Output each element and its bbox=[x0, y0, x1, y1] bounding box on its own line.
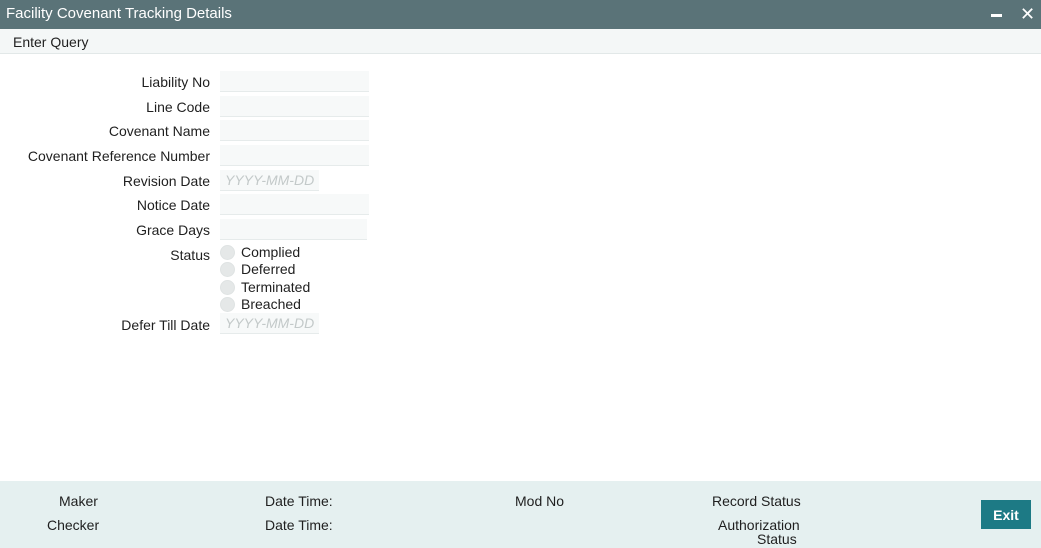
radio-label: Terminated bbox=[241, 279, 311, 295]
close-icon[interactable]: ✕ bbox=[1020, 3, 1035, 25]
covenant-reference-number-label: Covenant Reference Number bbox=[27, 148, 210, 164]
notice-date-label: Notice Date bbox=[136, 197, 210, 213]
covenant-name-label: Covenant Name bbox=[108, 123, 210, 139]
covenant-name-input[interactable] bbox=[220, 120, 369, 141]
enter-query-button[interactable]: Enter Query bbox=[13, 34, 88, 50]
line-code-input[interactable] bbox=[220, 96, 369, 117]
radio-label: Complied bbox=[241, 244, 301, 260]
mod-no-label: Mod No bbox=[515, 493, 565, 509]
defer-till-date-input[interactable] bbox=[220, 313, 319, 334]
defer-till-date-label: Defer Till Date bbox=[121, 317, 210, 333]
notice-date-input[interactable] bbox=[220, 194, 369, 215]
status-label: Status bbox=[170, 247, 210, 263]
checker-label: Checker bbox=[47, 517, 100, 533]
covenant-reference-number-input[interactable] bbox=[220, 145, 369, 166]
grace-days-input[interactable] bbox=[220, 219, 367, 240]
radio-label: Deferred bbox=[241, 261, 296, 277]
radio-circle[interactable] bbox=[220, 280, 235, 295]
minimize-icon[interactable] bbox=[991, 14, 1002, 17]
radio-circle[interactable] bbox=[220, 262, 235, 277]
authorization-status-label: Status bbox=[757, 531, 797, 547]
revision-date-label: Revision Date bbox=[122, 173, 210, 189]
revision-date-input[interactable] bbox=[220, 170, 319, 191]
liability-no-label: Liability No bbox=[141, 74, 210, 90]
checker-date-time-label: Date Time: bbox=[265, 517, 333, 533]
radio-circle[interactable] bbox=[220, 245, 235, 260]
title-bar: Facility Covenant Tracking Details ✕ bbox=[0, 0, 1041, 29]
line-code-label: Line Code bbox=[146, 99, 210, 115]
radio-label: Breached bbox=[241, 296, 301, 312]
record-status-label: Record Status bbox=[712, 493, 801, 509]
maker-date-time-label: Date Time: bbox=[265, 493, 333, 509]
toolbar: Enter Query bbox=[0, 29, 1041, 54]
maker-label: Maker bbox=[59, 493, 98, 509]
audit-footer: Maker Checker Date Time: Date Time: Mod … bbox=[0, 481, 1041, 548]
grace-days-label: Grace Days bbox=[136, 222, 210, 238]
window-title: Facility Covenant Tracking Details bbox=[6, 5, 232, 22]
liability-no-input[interactable] bbox=[220, 71, 369, 92]
exit-button[interactable]: Exit bbox=[981, 500, 1031, 529]
radio-circle[interactable] bbox=[220, 297, 235, 312]
